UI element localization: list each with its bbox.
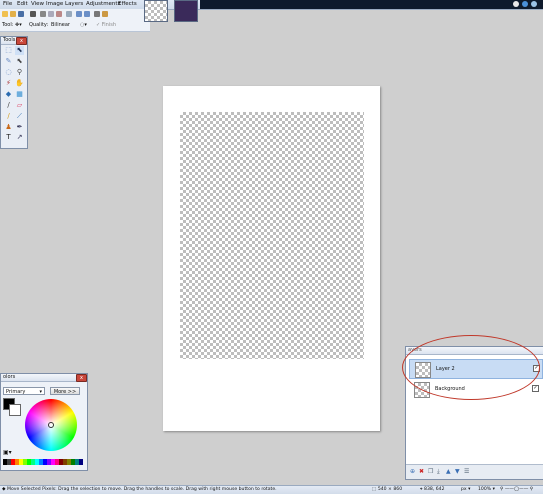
taskbar-strip (200, 0, 543, 9)
move-layer-up-icon[interactable]: ▲ (446, 468, 451, 475)
paintbrush-tool-icon[interactable]: / (4, 101, 13, 110)
quality-label: Quality: (29, 22, 49, 28)
close-icon[interactable]: x (76, 374, 87, 382)
color-palette (3, 459, 83, 465)
chevron-down-icon: ▾ (39, 389, 42, 395)
new-icon[interactable] (2, 11, 8, 17)
menu-image[interactable]: Image (46, 1, 63, 7)
quality-dropdown[interactable]: Bilinear (51, 22, 70, 28)
gradient-tool-icon[interactable]: ▦ (15, 90, 24, 99)
selection-mode-icon[interactable]: ◌▾ (80, 22, 87, 28)
colors-window-title: olors (1, 374, 87, 382)
open-icon[interactable] (10, 11, 16, 17)
paste-icon[interactable] (56, 11, 62, 17)
clone-stamp-tool-icon[interactable]: ♟ (4, 123, 13, 132)
move-tool-icon[interactable]: ⬉ (15, 46, 24, 55)
menu-effects[interactable]: Effects (118, 1, 137, 7)
color-picker-tool-icon[interactable]: ⟋ (15, 112, 24, 121)
rect-select-tool-icon[interactable]: ⬚ (4, 46, 13, 55)
tray-icon[interactable] (522, 1, 528, 7)
pencil-tool-icon[interactable]: / (4, 112, 13, 121)
merge-layer-icon[interactable]: ⤓ (437, 468, 440, 476)
print-icon[interactable] (30, 11, 36, 17)
image-thumbnails (138, 0, 202, 22)
pan-tool-icon[interactable]: ✋ (15, 79, 24, 88)
menu-edit[interactable]: Edit (17, 1, 28, 7)
colors-window: olors x Primary ▾ More >> ▣▾ (0, 373, 88, 471)
undo-icon[interactable] (76, 11, 82, 17)
eraser-tool-icon[interactable]: ▱ (15, 101, 24, 110)
paint-bucket-tool-icon[interactable]: ◆ (4, 90, 13, 99)
recolor-tool-icon[interactable]: ✒ (15, 123, 24, 132)
tool-label: Tool: (2, 22, 14, 28)
more-button[interactable]: More >> (50, 387, 80, 395)
duplicate-layer-icon[interactable]: ❐ (428, 468, 433, 475)
magic-wand-tool-icon[interactable]: ⚡ (4, 79, 13, 88)
text-tool-icon[interactable]: T (4, 133, 13, 142)
move-selection-tool-icon[interactable]: ⬉ (15, 57, 24, 66)
tool-options-bar: Tool: ✥▾ Quality: Bilinear ◌▾ ✓ Finish (0, 20, 150, 32)
redo-icon[interactable] (84, 11, 90, 17)
color-wheel-cursor (48, 422, 54, 428)
ellipse-select-tool-icon[interactable]: ◌ (4, 68, 13, 77)
copy-icon[interactable] (48, 11, 54, 17)
transparent-layer-area[interactable] (180, 112, 364, 359)
palette-swatch[interactable] (79, 459, 83, 465)
finish-button[interactable]: ✓ Finish (96, 22, 116, 28)
tools-window: Tools x ⬚ ⬉ ✎ ⬉ ◌ ⚲ ⚡ ✋ ◆ ▦ / ▱ / ⟋ ♟ ✒ … (0, 36, 28, 149)
image-tab-thumbnail[interactable] (174, 0, 198, 22)
layer-visibility-checkbox[interactable]: ✓ (532, 385, 539, 392)
color-wheel[interactable] (25, 399, 77, 451)
menu-layers[interactable]: Layers (65, 1, 83, 7)
ruler-icon[interactable] (102, 11, 108, 17)
color-mode-select[interactable]: Primary ▾ (3, 387, 45, 395)
color-mode-value: Primary (6, 389, 26, 395)
line-tool-icon[interactable]: ↗ (15, 133, 24, 142)
menu-view[interactable]: View (31, 1, 44, 7)
layer-properties-icon[interactable]: ☰ (464, 468, 469, 475)
annotation-ellipse (402, 335, 540, 400)
tray-icon[interactable] (531, 1, 537, 7)
delete-layer-icon[interactable]: ✖ (419, 468, 424, 475)
close-icon[interactable]: x (16, 37, 27, 45)
move-tool-icon[interactable]: ✥▾ (15, 22, 22, 28)
tray-icon[interactable] (513, 1, 519, 7)
zoom-tool-icon[interactable]: ⚲ (15, 68, 24, 77)
grid-icon[interactable] (94, 11, 100, 17)
move-layer-down-icon[interactable]: ▼ (455, 468, 460, 475)
palette-menu-icon[interactable]: ▣▾ (3, 449, 12, 456)
cut-icon[interactable] (40, 11, 46, 17)
crop-icon[interactable] (66, 11, 72, 17)
image-tab-thumbnail[interactable] (144, 0, 168, 22)
menu-file[interactable]: File (3, 1, 12, 7)
menu-adjustments[interactable]: Adjustments (86, 1, 120, 7)
add-layer-icon[interactable]: ⊕ (410, 468, 415, 475)
save-icon[interactable] (18, 11, 24, 17)
lasso-tool-icon[interactable]: ✎ (4, 57, 13, 66)
finish-label: Finish (101, 22, 117, 28)
secondary-color-swatch[interactable] (9, 404, 21, 416)
layer-actions-bar: ⊕ ✖ ❐ ⤓ ▲ ▼ ☰ (406, 464, 543, 479)
